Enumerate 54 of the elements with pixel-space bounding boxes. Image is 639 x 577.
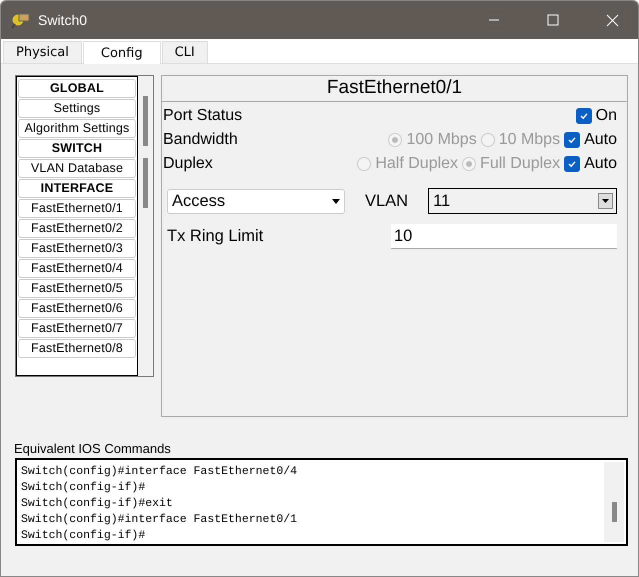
sidebar-item[interactable]: FastEthernet0/1 bbox=[18, 199, 136, 218]
tab[interactable]: CLI bbox=[162, 41, 208, 63]
scrollbar-thumb[interactable] bbox=[143, 158, 148, 208]
tab[interactable]: Config bbox=[82, 41, 161, 64]
dropdown-arrow-icon bbox=[602, 199, 609, 203]
radio-label: Full Duplex bbox=[480, 155, 560, 173]
radio-label: 10 Mbps bbox=[498, 131, 560, 149]
command-line: Switch(config-if)# bbox=[21, 480, 146, 496]
command-line: Switch(config)#interface FastEthernet0/4 bbox=[21, 464, 298, 480]
tab[interactable]: Physical bbox=[3, 41, 82, 63]
mode-dropdown[interactable]: Access bbox=[167, 188, 345, 214]
checkbox-label: On bbox=[596, 107, 617, 125]
section-label: Equivalent IOS Commands bbox=[14, 441, 172, 457]
field-label: Bandwidth bbox=[162, 131, 239, 149]
close-icon bbox=[606, 14, 618, 26]
checkbox-label: Auto bbox=[584, 155, 617, 173]
dropdown-arrow-icon bbox=[332, 198, 340, 204]
sidebar-section-header[interactable]: INTERFACE bbox=[18, 179, 136, 198]
checkmark-icon bbox=[578, 111, 589, 121]
sidebar-section-header[interactable]: GLOBAL bbox=[18, 79, 136, 98]
sidebar-item[interactable]: FastEthernet0/7 bbox=[18, 319, 136, 338]
window-title: Switch0 bbox=[38, 12, 88, 28]
command-line: Switch(config)#interface FastEthernet0/1 bbox=[21, 512, 298, 528]
scrollbar-thumb[interactable] bbox=[612, 502, 616, 522]
switch-app-icon bbox=[11, 11, 31, 29]
maximize-icon bbox=[547, 14, 559, 26]
sidebar-item[interactable]: VLAN Database bbox=[18, 159, 136, 178]
command-line: Switch(config-if)#exit bbox=[21, 496, 174, 512]
field-label: VLAN bbox=[365, 192, 408, 210]
field-label: Tx Ring Limit bbox=[167, 227, 264, 246]
sidebar-item[interactable]: Settings bbox=[18, 99, 136, 118]
field-label: Port Status bbox=[162, 107, 244, 125]
checkmark-icon bbox=[567, 159, 578, 169]
command-line: Switch(config-if)# bbox=[21, 528, 146, 544]
input-field[interactable]: 10 bbox=[391, 224, 617, 249]
scrollbar-thumb[interactable] bbox=[143, 96, 148, 146]
sidebar-item[interactable]: FastEthernet0/4 bbox=[18, 259, 136, 278]
sidebar-item[interactable]: FastEthernet0/5 bbox=[18, 279, 136, 298]
radio-label: 100 Mbps bbox=[406, 131, 477, 149]
sidebar-item[interactable]: FastEthernet0/8 bbox=[18, 339, 136, 358]
checkbox-label: Auto bbox=[584, 131, 617, 149]
vlan-dropdown[interactable]: 11 bbox=[428, 188, 617, 214]
field-label: Duplex bbox=[162, 155, 214, 173]
checkmark-icon bbox=[567, 135, 578, 145]
panel-title: FastEthernet0/1 bbox=[162, 76, 627, 102]
checkbox[interactable] bbox=[576, 108, 592, 124]
checkbox[interactable] bbox=[564, 132, 580, 148]
sidebar-item[interactable]: Algorithm Settings bbox=[18, 119, 136, 138]
checkbox[interactable] bbox=[564, 156, 580, 172]
sidebar-item[interactable]: FastEthernet0/6 bbox=[18, 299, 136, 318]
sidebar-item[interactable]: FastEthernet0/2 bbox=[18, 219, 136, 238]
sidebar-item[interactable]: FastEthernet0/3 bbox=[18, 239, 136, 258]
radio-label: Half Duplex bbox=[375, 155, 458, 173]
sidebar-section-header[interactable]: SWITCH bbox=[18, 139, 136, 158]
